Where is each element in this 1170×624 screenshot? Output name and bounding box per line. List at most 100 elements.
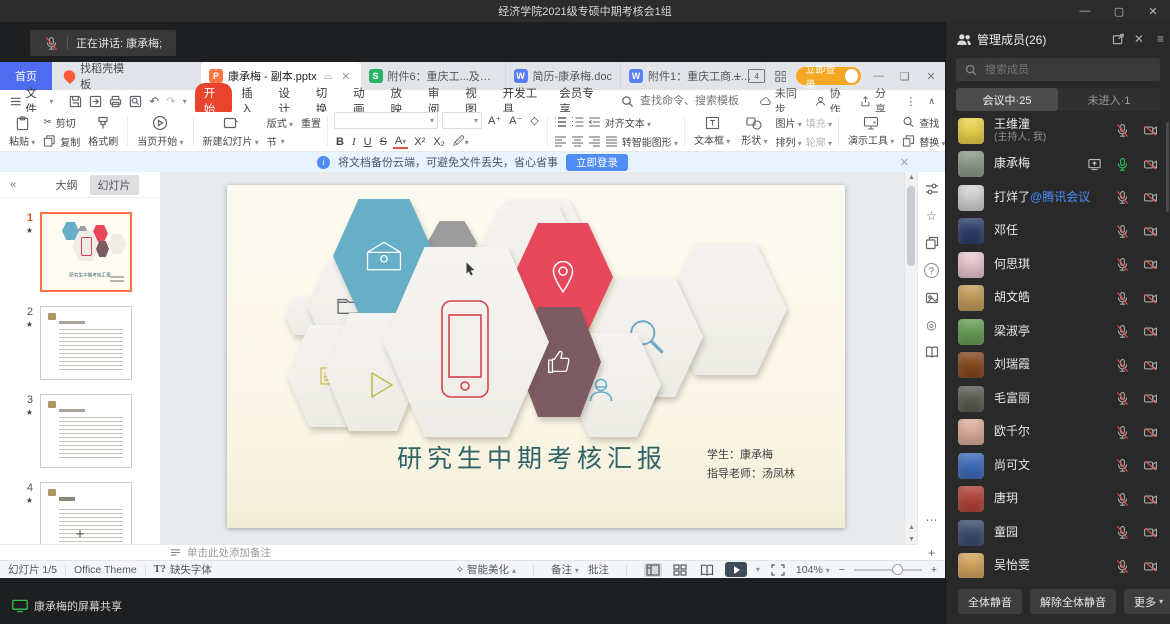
camera-off-icon[interactable] bbox=[1143, 324, 1158, 339]
maximize-button[interactable]: ▢ bbox=[1102, 0, 1136, 22]
quickbar-expand-icon[interactable]: ▾ bbox=[183, 97, 187, 106]
tab-slides[interactable]: 幻灯片 bbox=[90, 175, 139, 195]
add-tool-icon[interactable]: + bbox=[928, 546, 935, 560]
shapes-button[interactable]: 形状 ▾ bbox=[738, 114, 770, 149]
notes-bar[interactable]: 单击此处添加备注 bbox=[0, 544, 918, 560]
help-icon[interactable]: ? bbox=[924, 263, 939, 278]
mic-muted-icon[interactable] bbox=[1115, 458, 1130, 473]
theme-name[interactable]: Office Theme bbox=[74, 564, 137, 576]
justify-icon[interactable] bbox=[605, 135, 618, 147]
align-right-icon[interactable] bbox=[588, 135, 601, 147]
slide-editing-area[interactable]: 研究生中期考核汇报 学生：康承梅 指导老师：汤凤林 bbox=[227, 185, 845, 528]
slide-credits[interactable]: 学生：康承梅 指导老师：汤凤林 bbox=[707, 445, 795, 484]
mic-muted-icon[interactable] bbox=[1115, 257, 1130, 272]
command-search-input[interactable] bbox=[638, 94, 760, 108]
image-tool-icon[interactable] bbox=[925, 291, 939, 305]
member-row[interactable]: 康承梅 bbox=[946, 148, 1170, 182]
camera-off-icon[interactable] bbox=[1143, 291, 1158, 306]
font-size-select[interactable]: ▾ bbox=[442, 112, 482, 129]
bold-button[interactable]: B bbox=[334, 136, 346, 148]
member-row[interactable]: 尚可文 bbox=[946, 449, 1170, 483]
more-tools-icon[interactable]: ⋯ bbox=[926, 513, 938, 527]
panel-menu-icon[interactable]: ≡ bbox=[1157, 32, 1164, 46]
mic-muted-icon[interactable] bbox=[1115, 190, 1130, 205]
reset-button[interactable]: 重置 bbox=[301, 115, 321, 130]
align-center-icon[interactable] bbox=[571, 135, 584, 147]
canvas-scrollbar[interactable]: ▲ ▲ ▼ bbox=[904, 172, 918, 545]
member-list-scrollbar[interactable] bbox=[1166, 122, 1169, 212]
highlight-button[interactable]: 🖉▾ bbox=[451, 133, 471, 152]
mic-muted-icon[interactable] bbox=[1115, 559, 1130, 574]
camera-off-icon[interactable] bbox=[1143, 224, 1158, 239]
slide-thumbnail-3[interactable]: 3★ bbox=[0, 394, 160, 468]
align-left-icon[interactable] bbox=[554, 135, 567, 147]
wps-minimize-button[interactable]: — bbox=[871, 70, 887, 82]
add-slide-button[interactable]: + bbox=[0, 526, 160, 543]
save-icon[interactable] bbox=[69, 95, 82, 108]
numbered-list-icon[interactable] bbox=[571, 116, 584, 128]
subscript-button[interactable]: X₂ bbox=[431, 136, 447, 148]
font-name-select[interactable]: ▾ bbox=[334, 112, 438, 129]
member-search-input[interactable] bbox=[983, 63, 1137, 77]
shrink-font-button[interactable]: A⁻ bbox=[507, 114, 524, 127]
slide-thumbnail-1[interactable]: 1★ 研究生中期考核汇报 bbox=[0, 212, 160, 292]
backup-login-button[interactable]: 立即登录 bbox=[566, 154, 628, 171]
camera-off-icon[interactable] bbox=[1143, 391, 1158, 406]
camera-off-icon[interactable] bbox=[1143, 525, 1158, 540]
effects-star-icon[interactable]: ☆ bbox=[925, 209, 939, 223]
paste-button[interactable]: 粘贴 ▾ bbox=[6, 114, 38, 149]
scrollbar-thumb[interactable] bbox=[907, 186, 915, 266]
notes-toggle[interactable]: 备注 ▾ bbox=[551, 562, 579, 577]
popup-window-icon[interactable] bbox=[925, 236, 939, 250]
section-button[interactable]: 节 ▾ bbox=[267, 134, 321, 149]
slide-sorter-icon[interactable] bbox=[671, 563, 689, 577]
login-pill-button[interactable]: 立即登录 bbox=[796, 67, 860, 85]
slideshow-play-button[interactable] bbox=[725, 562, 747, 577]
mic-muted-icon[interactable] bbox=[1115, 123, 1130, 138]
zoom-slider-knob[interactable] bbox=[892, 564, 903, 575]
superscript-button[interactable]: X² bbox=[412, 136, 427, 148]
command-search[interactable] bbox=[621, 94, 760, 108]
play-options-icon[interactable]: ▾ bbox=[756, 565, 760, 574]
member-list[interactable]: 王维潼 (主持人, 我) 康承梅 bbox=[946, 114, 1170, 578]
properties-sliders-icon[interactable] bbox=[925, 182, 939, 196]
collapse-panel-icon[interactable]: « bbox=[0, 179, 26, 191]
member-row[interactable]: 胡文皓 bbox=[946, 282, 1170, 316]
bullet-list-icon[interactable] bbox=[554, 116, 567, 128]
font-color-button[interactable]: A▾ bbox=[393, 135, 408, 149]
member-row[interactable]: 打烊了@腾讯会议 bbox=[946, 181, 1170, 215]
mic-muted-icon[interactable] bbox=[1115, 525, 1130, 540]
member-row[interactable]: 欧千尔 bbox=[946, 416, 1170, 450]
print-icon[interactable] bbox=[109, 95, 122, 108]
mic-muted-icon[interactable] bbox=[1115, 391, 1130, 406]
play-from-current-button[interactable]: 当页开始 ▾ bbox=[134, 114, 186, 149]
member-row[interactable]: 童园 bbox=[946, 516, 1170, 550]
member-row[interactable]: 邓任 bbox=[946, 215, 1170, 249]
zoom-level[interactable]: 104% ▾ bbox=[796, 564, 830, 576]
wps-template-store-tab[interactable]: 找稻壳模板 bbox=[52, 62, 143, 90]
redo-icon[interactable]: ↷ bbox=[166, 94, 176, 108]
member-row[interactable]: 毛富丽 bbox=[946, 382, 1170, 416]
camera-off-icon[interactable] bbox=[1143, 458, 1158, 473]
navigation-icon[interactable]: ◎ bbox=[925, 318, 939, 332]
window-switch-icon[interactable]: 4 bbox=[748, 69, 764, 83]
member-row[interactable]: 王维潼 (主持人, 我) bbox=[946, 114, 1170, 148]
indent-decrease-icon[interactable] bbox=[588, 116, 601, 128]
layout-button[interactable]: 版式 ▾ bbox=[267, 115, 293, 130]
mic-muted-icon[interactable] bbox=[1115, 324, 1130, 339]
unmute-all-button[interactable]: 解除全体静音 bbox=[1030, 589, 1116, 614]
camera-off-icon[interactable] bbox=[1143, 157, 1158, 172]
clear-format-button[interactable]: ◇ bbox=[528, 114, 540, 127]
collapse-ribbon-icon[interactable]: ∧ bbox=[928, 96, 935, 107]
fill-button[interactable]: 填充 ▾ bbox=[806, 115, 832, 130]
presentation-tools-button[interactable]: 演示工具 ▾ bbox=[845, 114, 897, 149]
tab-outline[interactable]: 大纲 bbox=[48, 175, 86, 195]
outline-button[interactable]: 轮廓 ▾ bbox=[806, 134, 832, 149]
italic-button[interactable]: I bbox=[350, 136, 358, 148]
camera-off-icon[interactable] bbox=[1143, 358, 1158, 373]
member-row[interactable]: 梁淑亭 bbox=[946, 315, 1170, 349]
mic-on-icon[interactable] bbox=[1115, 157, 1130, 172]
new-slide-button[interactable]: 新建幻灯片 ▾ bbox=[200, 114, 262, 149]
print-preview-icon[interactable] bbox=[129, 95, 142, 108]
format-painter-button[interactable]: 格式刷 bbox=[85, 114, 121, 149]
